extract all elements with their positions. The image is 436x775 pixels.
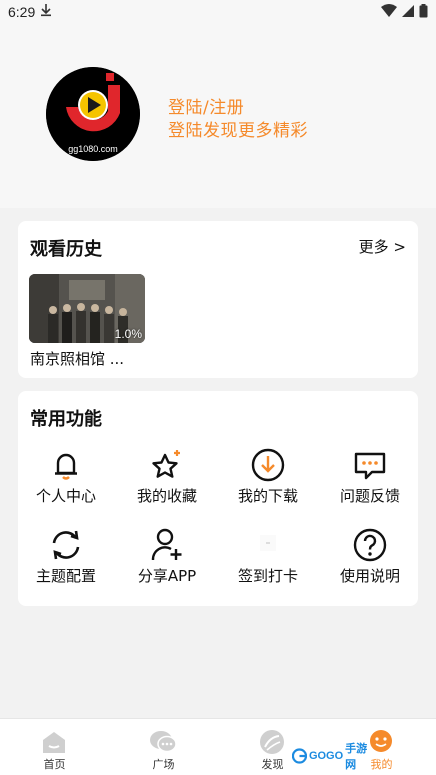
- nav-label: 广场: [152, 758, 175, 771]
- square-chat-icon: [150, 731, 177, 753]
- functions-card: 常用功能 个人中心 我的收藏 我的下载 问题反馈 主题配置 分享APP 签到打卡…: [18, 391, 418, 606]
- home-icon: [43, 732, 65, 753]
- func-label: 主题配置: [35, 567, 96, 585]
- watermark: GOGO 手游网: [292, 742, 376, 771]
- func-theme[interactable]: 主题配置: [16, 527, 116, 597]
- avatar[interactable]: gg1080.com: [46, 67, 140, 161]
- star-sparkle-icon: [152, 450, 180, 478]
- avatar-url-text: gg1080.com: [68, 144, 118, 154]
- func-label: 我的下载: [237, 487, 298, 505]
- func-favorites[interactable]: 我的收藏: [117, 447, 217, 517]
- history-more-link[interactable]: 更多 >: [359, 236, 406, 257]
- history-progress: 1.0%: [114, 327, 142, 341]
- watermark-cn: 手游网: [345, 742, 368, 771]
- func-label: 我的收藏: [136, 487, 197, 505]
- status-time: 6:29: [8, 4, 36, 20]
- history-item-title[interactable]: 南京照相馆 ...: [30, 348, 124, 369]
- func-label: 问题反馈: [339, 487, 400, 505]
- bell-icon: [55, 453, 77, 480]
- help-circle-icon: [353, 528, 387, 562]
- history-title: 观看历史: [30, 239, 102, 260]
- history-card: 观看历史 更多 > 1.0% 南京照相馆 ...: [18, 221, 418, 378]
- history-thumbnail[interactable]: 1.0%: [29, 274, 145, 343]
- func-label: 个人中心: [35, 487, 96, 505]
- func-share-app[interactable]: 分享APP: [117, 527, 217, 597]
- func-label: 使用说明: [339, 567, 400, 585]
- checkin-icon: [260, 535, 276, 551]
- battery-icon: [419, 4, 428, 18]
- func-label: 签到打卡: [237, 567, 298, 585]
- user-add-icon: [151, 528, 182, 561]
- system-icons: [381, 4, 428, 18]
- func-checkin[interactable]: 签到打卡: [218, 527, 318, 597]
- status-bar: 6:29: [0, 0, 436, 26]
- discover-icon: [260, 730, 284, 754]
- download-status-icon: [40, 3, 52, 21]
- func-label: 分享APP: [137, 567, 197, 585]
- nav-square[interactable]: 广场: [109, 719, 218, 775]
- download-icon: [251, 448, 285, 482]
- login-subtitle: 登陆发现更多精彩: [168, 121, 308, 141]
- nav-label: 首页: [43, 758, 66, 771]
- func-personal-center[interactable]: 个人中心: [16, 447, 116, 517]
- signal-icon: [402, 5, 414, 17]
- nav-home[interactable]: 首页: [0, 719, 109, 775]
- watermark-brand: GOGO: [308, 750, 344, 762]
- watermark-logo-icon: [292, 748, 307, 764]
- login-register-link[interactable]: 登陆/注册: [168, 93, 244, 118]
- chat-bubble-icon: [354, 452, 386, 480]
- refresh-icon: [52, 530, 80, 560]
- func-help[interactable]: 使用说明: [320, 527, 420, 597]
- func-feedback[interactable]: 问题反馈: [320, 447, 420, 517]
- wifi-icon: [381, 4, 397, 17]
- functions-title: 常用功能: [30, 409, 102, 430]
- func-downloads[interactable]: 我的下载: [218, 447, 318, 517]
